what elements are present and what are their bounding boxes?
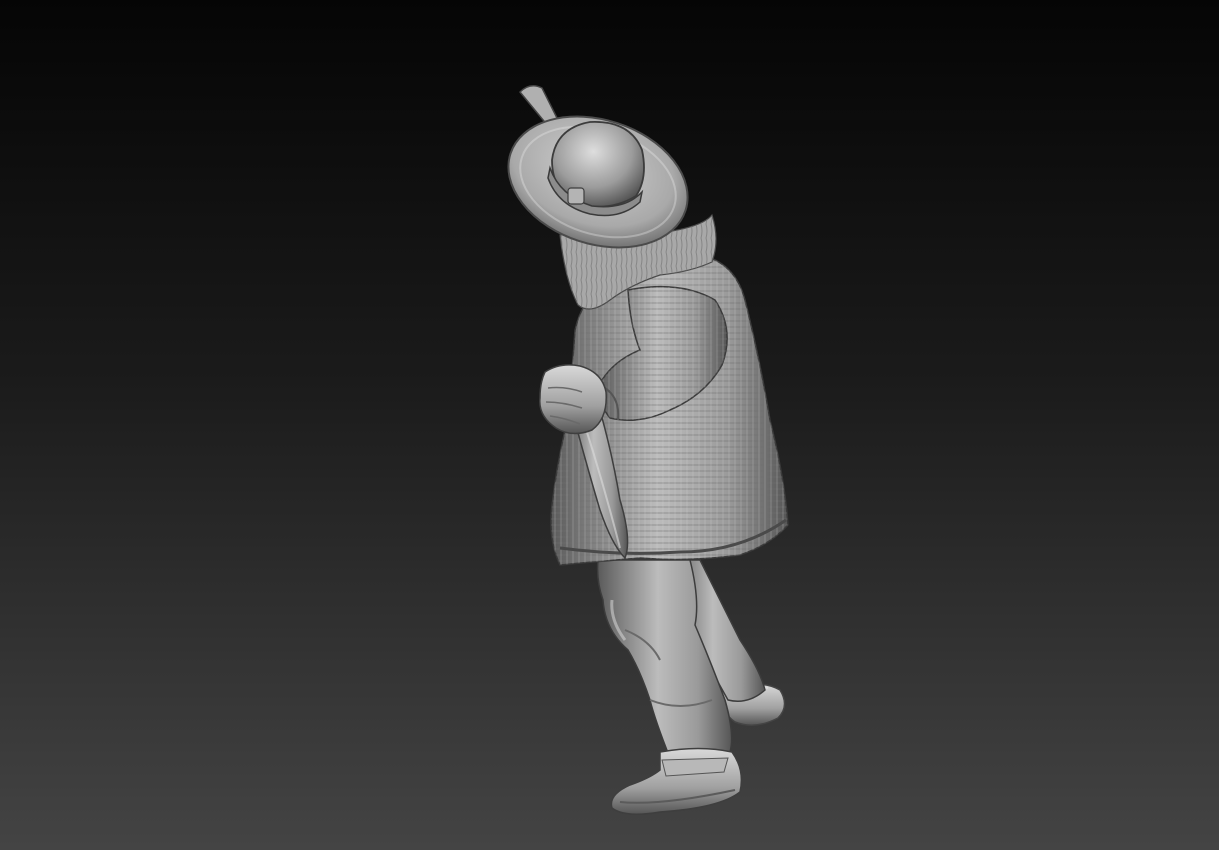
- 3d-viewport[interactable]: [0, 0, 1219, 850]
- viewport-canvas[interactable]: [0, 0, 1219, 850]
- hand: [539, 364, 607, 435]
